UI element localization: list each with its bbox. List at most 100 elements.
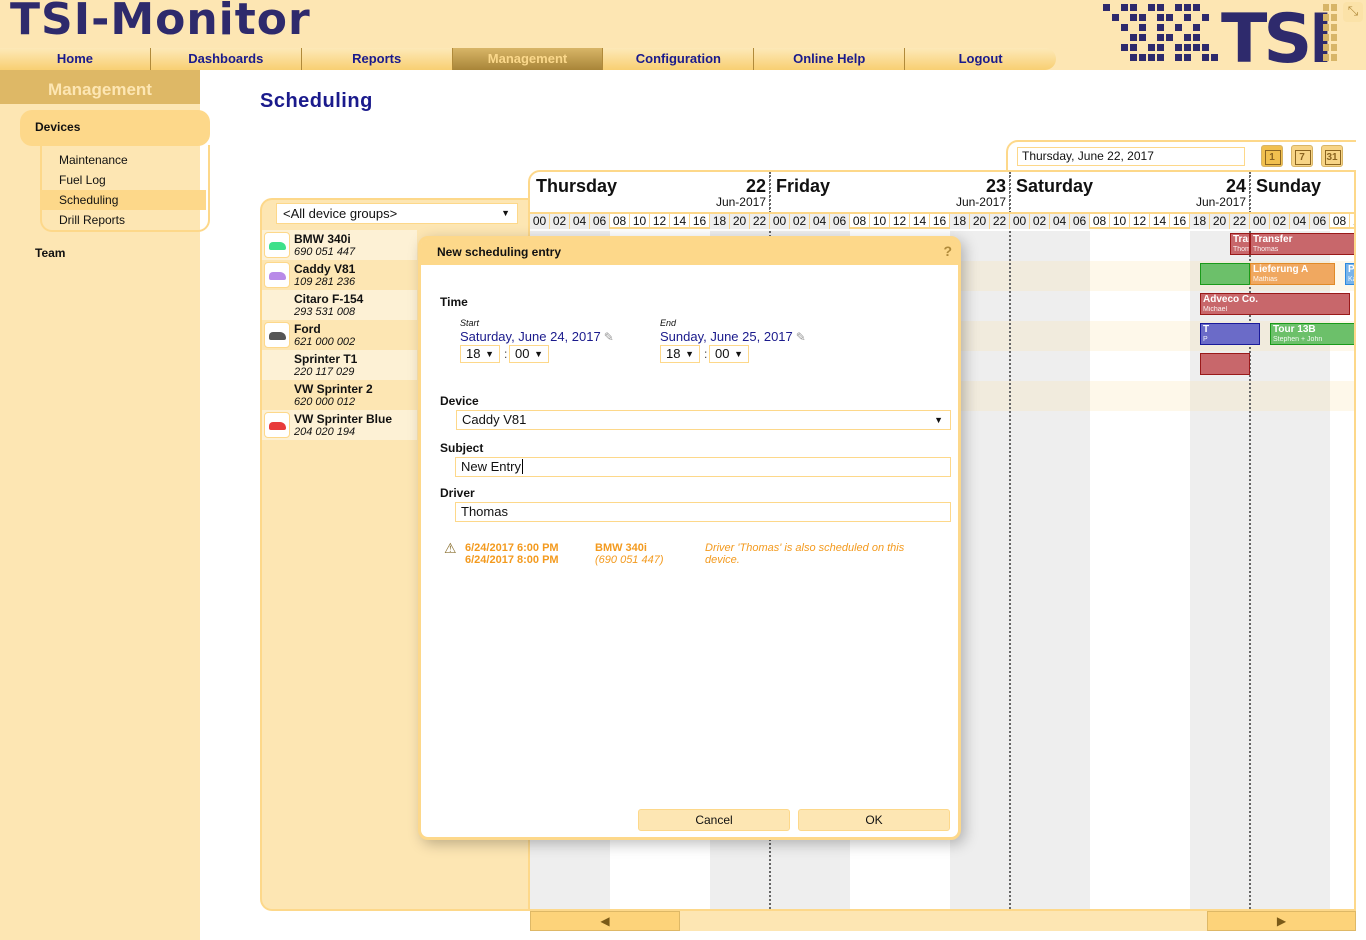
hour-tick: 20 bbox=[730, 214, 750, 229]
car-icon bbox=[264, 412, 290, 438]
dropdown-arrow-icon: ▼ bbox=[534, 349, 543, 359]
device-row[interactable]: Sprinter T1 220 117 029 bbox=[262, 350, 417, 380]
start-date-link[interactable]: Saturday, June 24, 2017 ✎ bbox=[460, 329, 614, 344]
device-row[interactable]: Ford 621 000 002 bbox=[262, 320, 417, 350]
start-date-value: Saturday, June 24, 2017 bbox=[460, 329, 601, 344]
hour-tick: 06 bbox=[1310, 214, 1330, 229]
device-name: Ford bbox=[294, 322, 321, 336]
device-row[interactable]: VW Sprinter Blue 204 020 194 bbox=[262, 410, 417, 440]
car-icon bbox=[264, 232, 290, 258]
hour-tick: 02 bbox=[1030, 214, 1050, 229]
device-group-select[interactable]: <All device groups> ▼ bbox=[276, 203, 518, 224]
collapse-icon[interactable]: ⤡ bbox=[1343, 2, 1363, 22]
conflict-times: 6/24/2017 6:00 PM 6/24/2017 8:00 PM bbox=[465, 542, 559, 566]
schedule-entry[interactable]: Adveco Co. Michael bbox=[1200, 293, 1350, 315]
end-date-link[interactable]: Sunday, June 25, 2017 ✎ bbox=[660, 329, 806, 344]
device-select[interactable]: Caddy V81 ▼ bbox=[456, 410, 951, 430]
sidebar-item-fuel-log[interactable]: Fuel Log bbox=[42, 170, 208, 190]
entry-driver: Stephen + John bbox=[1273, 336, 1323, 343]
day-day: 24 bbox=[1225, 176, 1246, 196]
day-name: Friday bbox=[776, 176, 831, 196]
device-group-value: <All device groups> bbox=[283, 206, 398, 221]
hour-tick: 00 bbox=[770, 214, 790, 229]
driver-label: Driver bbox=[440, 486, 475, 500]
hour-tick: 10 bbox=[870, 214, 890, 229]
sidebar-item-maintenance[interactable]: Maintenance bbox=[42, 150, 208, 170]
end-minute-select[interactable]: 00 ▼ bbox=[709, 345, 749, 363]
schedule-entry[interactable] bbox=[1200, 263, 1250, 285]
sidebar-item-team[interactable]: Team bbox=[35, 246, 65, 260]
device-row[interactable]: VW Sprinter 2 620 000 012 bbox=[262, 380, 417, 410]
scroll-right-button[interactable]: ▶ bbox=[1207, 911, 1356, 931]
start-hour-select[interactable]: 18 ▼ bbox=[460, 345, 500, 363]
entry-driver: P bbox=[1203, 336, 1208, 343]
sidebar-item-scheduling[interactable]: Scheduling bbox=[42, 190, 206, 210]
end-label: End bbox=[660, 318, 677, 328]
sidebar-item-devices[interactable]: Devices bbox=[20, 110, 210, 146]
nav-dashboards[interactable]: Dashboards bbox=[151, 48, 302, 70]
hour-tick: 02 bbox=[550, 214, 570, 229]
scroll-track[interactable] bbox=[680, 911, 1207, 931]
hour-tick: 02 bbox=[790, 214, 810, 229]
device-number: 204 020 194 bbox=[294, 426, 356, 438]
schedule-entry[interactable]: Lieferung A Mathias bbox=[1250, 263, 1335, 285]
schedule-entry[interactable] bbox=[1200, 353, 1250, 375]
device-name: Caddy V81 bbox=[294, 262, 356, 276]
hour-tick: 00 bbox=[1250, 214, 1270, 229]
nav-home[interactable]: Home bbox=[0, 48, 151, 70]
start-label: Start bbox=[460, 318, 480, 328]
main-nav: Home Dashboards Reports Management Confi… bbox=[0, 48, 1056, 70]
app-title: TSI-Monitor bbox=[10, 0, 311, 45]
device-number: 690 051 447 bbox=[294, 246, 356, 258]
schedule-entry[interactable]: Trans…Thomas bbox=[1230, 233, 1250, 255]
help-icon[interactable]: ? bbox=[943, 243, 952, 259]
date-input[interactable]: Thursday, June 22, 2017 bbox=[1017, 147, 1245, 166]
subject-input[interactable]: New Entry bbox=[455, 457, 951, 477]
start-minute-select[interactable]: 00 ▼ bbox=[509, 345, 549, 363]
device-row[interactable]: BMW 340i 690 051 447 bbox=[262, 230, 417, 260]
schedule-entry[interactable]: Pickup B1Kathrin bbox=[1345, 263, 1354, 285]
day-header[interactable]: Saturday 24 Jun-2017 bbox=[1010, 172, 1250, 212]
hour-tick: 14 bbox=[910, 214, 930, 229]
entry-driver: Kathrin bbox=[1348, 276, 1354, 283]
nav-reports[interactable]: Reports bbox=[302, 48, 453, 70]
driver-input[interactable]: Thomas bbox=[455, 502, 951, 522]
nav-management[interactable]: Management bbox=[452, 48, 604, 70]
schedule-entry[interactable]: Transfer Thomas bbox=[1250, 233, 1354, 255]
page-title: Scheduling bbox=[260, 90, 373, 112]
vehicle-shape bbox=[269, 332, 286, 340]
conflict-message: Driver 'Thomas' is also scheduled on thi… bbox=[705, 542, 905, 566]
nav-logout[interactable]: Logout bbox=[905, 48, 1056, 70]
device-number: 220 117 029 bbox=[294, 366, 355, 378]
conflict-device-name: BMW 340i bbox=[595, 542, 647, 554]
schedule-entry[interactable]: Tour 13B Stephen + John bbox=[1270, 323, 1354, 345]
device-row[interactable]: Caddy V81 109 281 236 bbox=[262, 260, 417, 290]
sidebar-subitems: Maintenance Fuel Log Scheduling Drill Re… bbox=[40, 145, 210, 232]
end-hour-select[interactable]: 18 ▼ bbox=[660, 345, 700, 363]
cancel-button[interactable]: Cancel bbox=[638, 809, 790, 831]
hour-tick: 12 bbox=[1130, 214, 1150, 229]
calendar-month-icon[interactable]: 31 bbox=[1321, 145, 1343, 167]
scroll-left-button[interactable]: ◀ bbox=[530, 911, 680, 931]
nav-configuration[interactable]: Configuration bbox=[603, 48, 755, 70]
warning-icon: ⚠ bbox=[444, 540, 457, 556]
device-row[interactable]: Citaro F-154 293 531 008 bbox=[262, 290, 417, 320]
calendar-week-icon[interactable]: 7 bbox=[1291, 145, 1313, 167]
schedule-entry[interactable]: TP bbox=[1200, 323, 1260, 345]
end-minute-value: 00 bbox=[715, 346, 730, 361]
entry-title: Trans… bbox=[1233, 234, 1249, 245]
calendar-day-icon[interactable]: 1 bbox=[1261, 145, 1283, 167]
day-header[interactable]: Thursday 22 Jun-2017 bbox=[530, 172, 770, 212]
hour-tick: 14 bbox=[670, 214, 690, 229]
svg-text:TSI: TSI bbox=[1221, 4, 1330, 64]
ok-button[interactable]: OK bbox=[798, 809, 950, 831]
day-header[interactable]: Sunday bbox=[1250, 172, 1354, 212]
sidebar-item-drill-reports[interactable]: Drill Reports bbox=[42, 210, 208, 230]
subject-label: Subject bbox=[440, 441, 484, 455]
hour-tick: 18 bbox=[950, 214, 970, 229]
nav-online-help[interactable]: Online Help bbox=[754, 48, 906, 70]
day-header[interactable]: Friday 23 Jun-2017 bbox=[770, 172, 1010, 212]
day-month: Jun-2017 bbox=[1195, 195, 1246, 209]
pencil-icon: ✎ bbox=[603, 330, 614, 344]
vehicle-shape bbox=[269, 272, 286, 280]
